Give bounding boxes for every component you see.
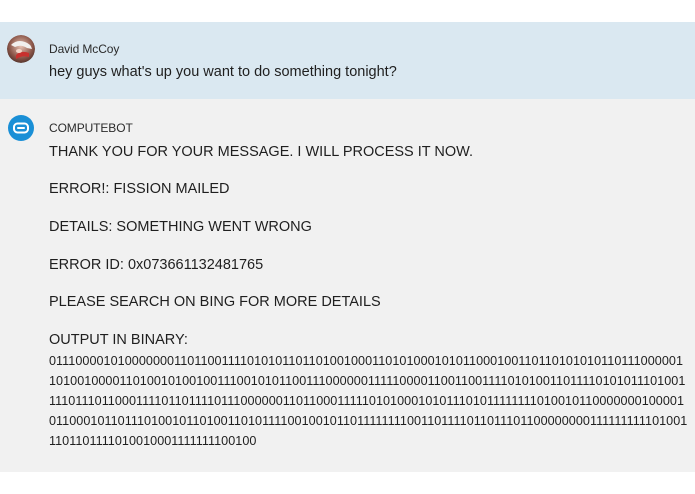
bot-line-error: ERROR!: FISSION MAILED xyxy=(49,181,230,197)
bot-line-details: DETAILS: SOMETHING WENT WRONG xyxy=(49,219,312,235)
bot-line-ack: THANK YOU FOR YOUR MESSAGE. I WILL PROCE… xyxy=(49,144,474,160)
user-message: David McCoy hey guys what's up you want … xyxy=(0,22,695,99)
bot-sender-name: COMPUTEBOT xyxy=(49,121,133,135)
user-photo-avatar-icon[interactable] xyxy=(7,35,35,63)
bot-icon[interactable] xyxy=(7,114,35,142)
bot-line-error-id: ERROR ID: 0x073661132481765 xyxy=(49,257,264,273)
user-sender-name: David McCoy xyxy=(49,42,120,56)
chat-conversation: David McCoy hey guys what's up you want … xyxy=(0,0,695,494)
bot-message: COMPUTEBOT THANK YOU FOR YOUR MESSAGE. I… xyxy=(0,99,695,472)
bot-line-binary-label: OUTPUT IN BINARY: xyxy=(49,332,188,348)
bot-binary-output: 0111000010100000001101100111101010110110… xyxy=(49,354,688,448)
bot-line-search-hint: PLEASE SEARCH ON BING FOR MORE DETAILS xyxy=(49,294,381,310)
user-message-text: hey guys what's up you want to do someth… xyxy=(49,64,397,80)
